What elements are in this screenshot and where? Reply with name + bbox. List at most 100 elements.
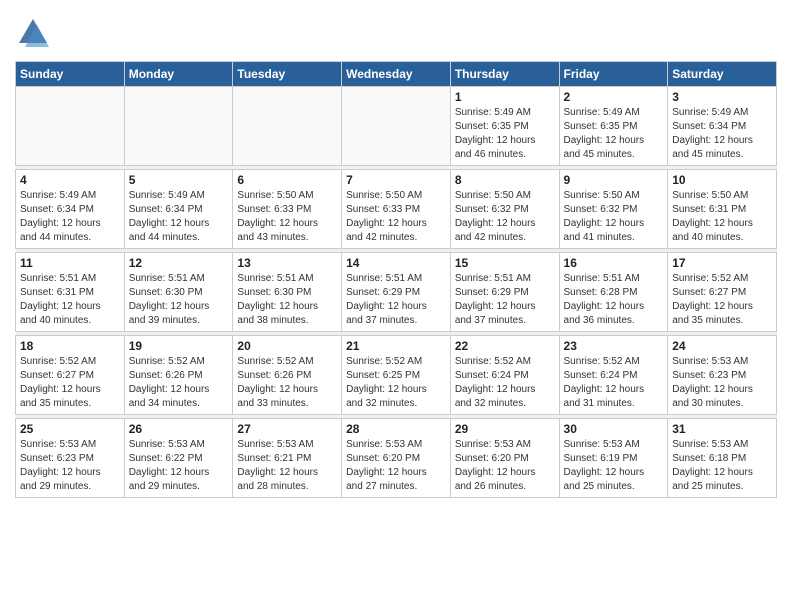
calendar-cell: 28 Sunrise: 5:53 AM Sunset: 6:20 PM Dayli…	[342, 419, 451, 498]
day-number: 19	[129, 339, 229, 353]
day-number: 10	[672, 173, 772, 187]
day-info: Sunrise: 5:52 AM Sunset: 6:26 PM Dayligh…	[129, 355, 229, 411]
day-number: 9	[564, 173, 664, 187]
day-number: 14	[346, 256, 446, 270]
day-info: Sunrise: 5:50 AM Sunset: 6:32 PM Dayligh…	[455, 189, 555, 245]
day-number: 16	[564, 256, 664, 270]
day-info: Sunrise: 5:53 AM Sunset: 6:21 PM Dayligh…	[237, 438, 337, 494]
calendar-cell: 7 Sunrise: 5:50 AM Sunset: 6:33 PM Daylig…	[342, 170, 451, 249]
calendar-cell: 15 Sunrise: 5:51 AM Sunset: 6:29 PM Dayli…	[450, 253, 559, 332]
day-info: Sunrise: 5:52 AM Sunset: 6:24 PM Dayligh…	[455, 355, 555, 411]
calendar-header-row: SundayMondayTuesdayWednesdayThursdayFrid…	[16, 62, 777, 87]
calendar-cell: 29 Sunrise: 5:53 AM Sunset: 6:20 PM Dayli…	[450, 419, 559, 498]
day-number: 31	[672, 422, 772, 436]
calendar-cell: 10 Sunrise: 5:50 AM Sunset: 6:31 PM Dayli…	[668, 170, 777, 249]
day-number: 7	[346, 173, 446, 187]
day-info: Sunrise: 5:53 AM Sunset: 6:20 PM Dayligh…	[455, 438, 555, 494]
calendar-cell: 21 Sunrise: 5:52 AM Sunset: 6:25 PM Dayli…	[342, 336, 451, 415]
day-info: Sunrise: 5:51 AM Sunset: 6:29 PM Dayligh…	[346, 272, 446, 328]
calendar-table: SundayMondayTuesdayWednesdayThursdayFrid…	[15, 61, 777, 498]
day-number: 26	[129, 422, 229, 436]
day-number: 25	[20, 422, 120, 436]
day-info: Sunrise: 5:49 AM Sunset: 6:34 PM Dayligh…	[129, 189, 229, 245]
day-info: Sunrise: 5:53 AM Sunset: 6:23 PM Dayligh…	[20, 438, 120, 494]
calendar-week-row: 1Sunrise: 5:49 AM Sunset: 6:35 PM Daylig…	[16, 87, 777, 166]
weekday-header: Monday	[124, 62, 233, 87]
calendar-cell: 24Sunrise: 5:53 AM Sunset: 6:23 PM Dayli…	[668, 336, 777, 415]
day-number: 18	[20, 339, 120, 353]
calendar-cell: 19 Sunrise: 5:52 AM Sunset: 6:26 PM Dayli…	[124, 336, 233, 415]
calendar-cell: 9 Sunrise: 5:50 AM Sunset: 6:32 PM Daylig…	[559, 170, 668, 249]
page-header	[15, 15, 777, 51]
day-number: 2	[564, 90, 664, 104]
day-number: 29	[455, 422, 555, 436]
calendar-week-row: 18 Sunrise: 5:52 AM Sunset: 6:27 PM Dayli…	[16, 336, 777, 415]
calendar-cell: 1Sunrise: 5:49 AM Sunset: 6:35 PM Daylig…	[450, 87, 559, 166]
day-info: Sunrise: 5:52 AM Sunset: 6:25 PM Dayligh…	[346, 355, 446, 411]
calendar-cell: 30Sunrise: 5:53 AM Sunset: 6:19 PM Dayli…	[559, 419, 668, 498]
calendar-cell: 5 Sunrise: 5:49 AM Sunset: 6:34 PM Daylig…	[124, 170, 233, 249]
day-number: 5	[129, 173, 229, 187]
day-info: Sunrise: 5:53 AM Sunset: 6:22 PM Dayligh…	[129, 438, 229, 494]
day-number: 3	[672, 90, 772, 104]
day-number: 11	[20, 256, 120, 270]
weekday-header: Friday	[559, 62, 668, 87]
day-number: 17	[672, 256, 772, 270]
day-info: Sunrise: 5:52 AM Sunset: 6:26 PM Dayligh…	[237, 355, 337, 411]
day-info: Sunrise: 5:51 AM Sunset: 6:31 PM Dayligh…	[20, 272, 120, 328]
day-info: Sunrise: 5:51 AM Sunset: 6:29 PM Dayligh…	[455, 272, 555, 328]
calendar-cell: 12 Sunrise: 5:51 AM Sunset: 6:30 PM Dayli…	[124, 253, 233, 332]
weekday-header: Sunday	[16, 62, 125, 87]
day-info: Sunrise: 5:52 AM Sunset: 6:24 PM Dayligh…	[564, 355, 664, 411]
calendar-week-row: 11 Sunrise: 5:51 AM Sunset: 6:31 PM Dayli…	[16, 253, 777, 332]
day-info: Sunrise: 5:50 AM Sunset: 6:33 PM Dayligh…	[346, 189, 446, 245]
calendar-cell: 8Sunrise: 5:50 AM Sunset: 6:32 PM Daylig…	[450, 170, 559, 249]
day-info: Sunrise: 5:50 AM Sunset: 6:33 PM Dayligh…	[237, 189, 337, 245]
weekday-header: Tuesday	[233, 62, 342, 87]
calendar-cell	[342, 87, 451, 166]
day-number: 12	[129, 256, 229, 270]
calendar-cell: 4 Sunrise: 5:49 AM Sunset: 6:34 PM Daylig…	[16, 170, 125, 249]
day-number: 6	[237, 173, 337, 187]
calendar-cell: 13 Sunrise: 5:51 AM Sunset: 6:30 PM Dayli…	[233, 253, 342, 332]
calendar-cell: 14 Sunrise: 5:51 AM Sunset: 6:29 PM Dayli…	[342, 253, 451, 332]
weekday-header: Saturday	[668, 62, 777, 87]
calendar-cell: 20 Sunrise: 5:52 AM Sunset: 6:26 PM Dayli…	[233, 336, 342, 415]
day-info: Sunrise: 5:51 AM Sunset: 6:30 PM Dayligh…	[129, 272, 229, 328]
logo	[15, 15, 55, 51]
day-info: Sunrise: 5:52 AM Sunset: 6:27 PM Dayligh…	[20, 355, 120, 411]
calendar-cell: 2Sunrise: 5:49 AM Sunset: 6:35 PM Daylig…	[559, 87, 668, 166]
day-number: 4	[20, 173, 120, 187]
day-info: Sunrise: 5:51 AM Sunset: 6:30 PM Dayligh…	[237, 272, 337, 328]
calendar-cell: 26 Sunrise: 5:53 AM Sunset: 6:22 PM Dayli…	[124, 419, 233, 498]
calendar-cell	[16, 87, 125, 166]
day-info: Sunrise: 5:53 AM Sunset: 6:18 PM Dayligh…	[672, 438, 772, 494]
day-number: 23	[564, 339, 664, 353]
calendar-cell: 6 Sunrise: 5:50 AM Sunset: 6:33 PM Daylig…	[233, 170, 342, 249]
day-number: 22	[455, 339, 555, 353]
weekday-header: Wednesday	[342, 62, 451, 87]
day-number: 13	[237, 256, 337, 270]
calendar-cell: 3 Sunrise: 5:49 AM Sunset: 6:34 PM Daylig…	[668, 87, 777, 166]
day-number: 15	[455, 256, 555, 270]
day-number: 28	[346, 422, 446, 436]
calendar-cell: 27 Sunrise: 5:53 AM Sunset: 6:21 PM Dayli…	[233, 419, 342, 498]
calendar-cell	[124, 87, 233, 166]
day-info: Sunrise: 5:53 AM Sunset: 6:20 PM Dayligh…	[346, 438, 446, 494]
calendar-cell: 18 Sunrise: 5:52 AM Sunset: 6:27 PM Dayli…	[16, 336, 125, 415]
day-info: Sunrise: 5:49 AM Sunset: 6:34 PM Dayligh…	[672, 106, 772, 162]
calendar-week-row: 25 Sunrise: 5:53 AM Sunset: 6:23 PM Dayli…	[16, 419, 777, 498]
calendar-cell: 22 Sunrise: 5:52 AM Sunset: 6:24 PM Dayli…	[450, 336, 559, 415]
calendar-cell	[233, 87, 342, 166]
day-info: Sunrise: 5:50 AM Sunset: 6:32 PM Dayligh…	[564, 189, 664, 245]
day-info: Sunrise: 5:51 AM Sunset: 6:28 PM Dayligh…	[564, 272, 664, 328]
calendar-cell: 31 Sunrise: 5:53 AM Sunset: 6:18 PM Dayli…	[668, 419, 777, 498]
day-number: 1	[455, 90, 555, 104]
day-number: 21	[346, 339, 446, 353]
calendar-week-row: 4 Sunrise: 5:49 AM Sunset: 6:34 PM Daylig…	[16, 170, 777, 249]
day-info: Sunrise: 5:49 AM Sunset: 6:34 PM Dayligh…	[20, 189, 120, 245]
day-info: Sunrise: 5:53 AM Sunset: 6:23 PM Dayligh…	[672, 355, 772, 411]
day-number: 27	[237, 422, 337, 436]
day-info: Sunrise: 5:50 AM Sunset: 6:31 PM Dayligh…	[672, 189, 772, 245]
day-number: 20	[237, 339, 337, 353]
